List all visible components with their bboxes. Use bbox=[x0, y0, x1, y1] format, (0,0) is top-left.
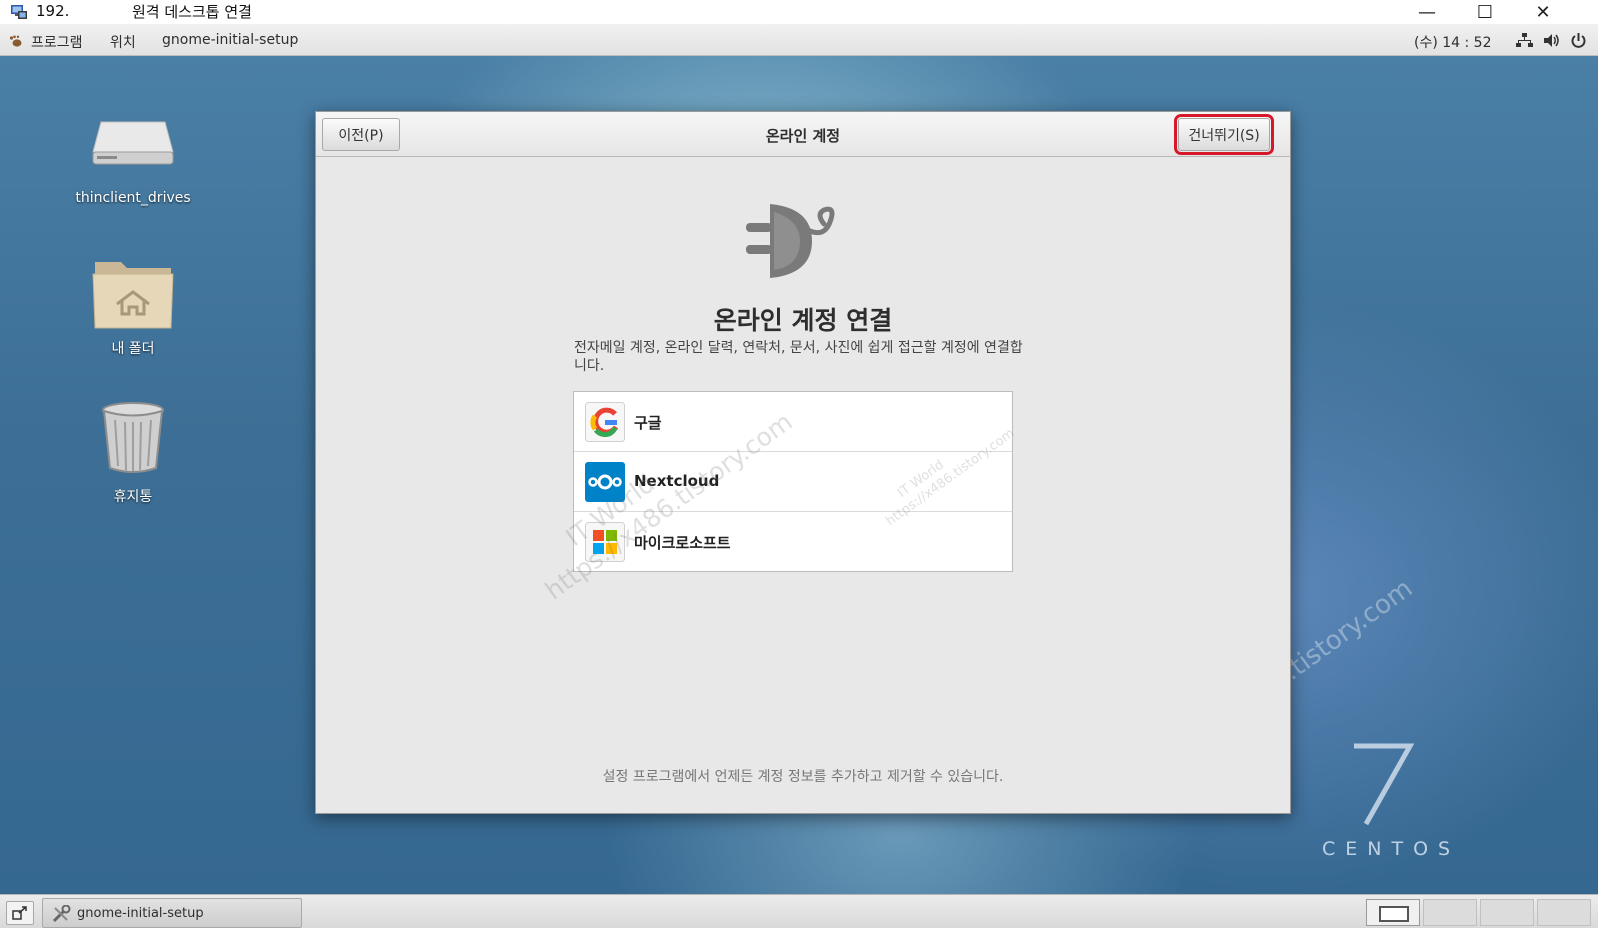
tools-icon bbox=[52, 905, 71, 923]
gnome-foot-icon bbox=[9, 35, 22, 47]
desktop-icon-drives[interactable]: thinclient_drives bbox=[53, 106, 213, 216]
applications-menu[interactable]: 프로그램 bbox=[31, 32, 83, 52]
workspace-3[interactable] bbox=[1480, 899, 1534, 926]
centos-seven-icon bbox=[1354, 743, 1415, 826]
centos-wordmark: CENTOS bbox=[1322, 838, 1461, 860]
online-accounts-icon bbox=[746, 204, 835, 278]
footer-note: 설정 프로그램에서 언제든 계정 정보를 추가하고 제거할 수 있습니다. bbox=[602, 769, 1004, 785]
headerbar: 이전(P) 온라인 계정 건너뛰기(S) bbox=[316, 112, 1290, 157]
workspace-4[interactable] bbox=[1537, 899, 1591, 926]
power-icon[interactable] bbox=[1570, 32, 1587, 49]
show-desktop-button[interactable] bbox=[6, 901, 34, 925]
desktop-icon-home[interactable]: 내 폴더 bbox=[53, 246, 213, 366]
taskbar-item-label: gnome-initial-setup bbox=[77, 906, 204, 921]
window-title: 온라인 계정 bbox=[765, 127, 841, 145]
bottom-panel: gnome-initial-setup bbox=[0, 894, 1598, 928]
google-icon bbox=[585, 402, 625, 442]
drive-icon bbox=[92, 121, 174, 165]
trash-icon bbox=[102, 402, 164, 473]
home-folder-icon bbox=[92, 262, 174, 329]
workspace-2[interactable] bbox=[1423, 899, 1477, 926]
places-menu[interactable]: 위치 bbox=[110, 32, 136, 52]
remote-desktop-titlebar: 192. 원격 데스크톱 연결 — ☐ ✕ bbox=[0, 0, 1598, 24]
description: 전자메일 계정, 온라인 달력, 연락처, 문서, 사진에 쉽게 접근할 계정에… bbox=[574, 340, 1023, 374]
maximize-button[interactable]: ☐ bbox=[1456, 0, 1514, 24]
remote-host: 192. bbox=[36, 2, 70, 20]
main-heading: 온라인 계정 연결 bbox=[713, 306, 893, 335]
setup-window: 이전(P) 온라인 계정 건너뛰기(S) 온라인 계정 연결 전자메일 계정, … bbox=[315, 111, 1291, 814]
clock[interactable]: (수) 14 : 52 bbox=[1414, 32, 1492, 52]
network-icon[interactable] bbox=[1516, 32, 1533, 49]
window-title: 원격 데스크톱 연결 bbox=[132, 3, 252, 21]
skip-button[interactable]: 건너뛰기(S) bbox=[1174, 114, 1274, 155]
window-preview bbox=[1379, 906, 1409, 922]
remote-desktop-icon bbox=[11, 5, 27, 19]
desktop-icon-label: thinclient_drives bbox=[75, 190, 191, 206]
taskbar-item[interactable]: gnome-initial-setup bbox=[42, 898, 302, 928]
account-row-google[interactable]: 구글 bbox=[574, 392, 1012, 452]
desktop-icon-label: 휴지통 bbox=[113, 489, 153, 505]
close-button[interactable]: ✕ bbox=[1514, 0, 1572, 24]
minimize-button[interactable]: — bbox=[1398, 0, 1456, 24]
desktop-icon-label: 내 폴더 bbox=[111, 341, 155, 357]
desktop-icon-trash[interactable]: 휴지통 bbox=[53, 394, 213, 512]
show-desktop-icon bbox=[12, 906, 27, 920]
volume-icon[interactable] bbox=[1543, 32, 1560, 49]
account-name: 구글 bbox=[634, 414, 662, 432]
active-app-menu[interactable]: gnome-initial-setup bbox=[162, 32, 298, 48]
workspace-1[interactable] bbox=[1366, 899, 1420, 926]
centos-logo bbox=[1352, 742, 1415, 830]
top-panel: 프로그램 위치 gnome-initial-setup (수) 14 : 52 bbox=[0, 24, 1598, 56]
